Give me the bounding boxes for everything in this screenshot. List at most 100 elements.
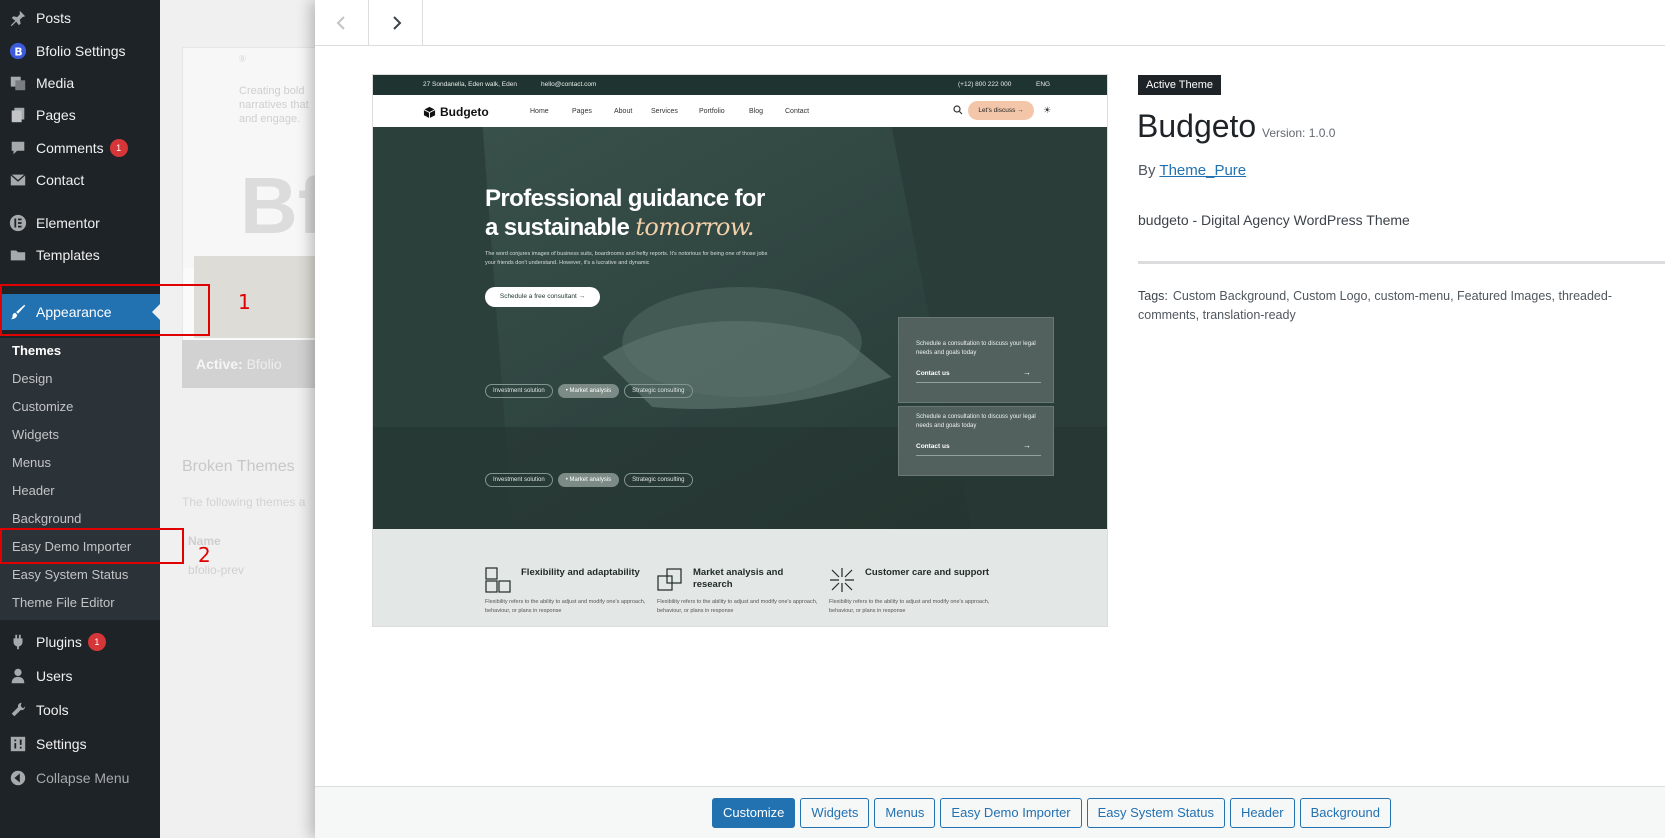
menu-elementor[interactable]: Elementor [0,206,160,240]
themes-page-background: Ⓑ Creating bold narratives that and enga… [160,0,320,838]
broken-themes-desc: The following themes a [182,495,306,509]
elementor-icon [8,213,28,233]
preview-nav-home: Home [530,108,549,115]
preview-consult-card-1: Schedule a consultation to discuss your … [898,317,1054,403]
chevron-left-icon [334,15,350,31]
menu-plugins[interactable]: Plugins 1 [0,625,160,659]
theme-actions-footer: Customize Widgets Menus Easy Demo Import… [315,786,1665,838]
submenu-themes[interactable]: Themes [12,343,61,358]
menu-users[interactable]: Users [0,659,160,693]
appearance-submenu: Themes Design Customize Widgets Menus He… [0,338,160,620]
wrench-icon [8,700,28,720]
preview-language: ENG [1036,81,1051,88]
preview-consult-card-2: Schedule a consultation to discuss your … [898,406,1054,476]
menu-comments[interactable]: Comments 1 [0,131,160,165]
bfolio-card-text: Creating bold narratives that and engage… [239,85,309,125]
preview-nav-services: Services [651,108,678,115]
menu-settings[interactable]: Settings [0,727,160,761]
arrow-right-icon: → [1023,441,1031,450]
cube-logo-icon [423,106,436,118]
menu-bfolio-settings[interactable]: B Bfolio Settings [0,34,160,68]
folder-icon [8,245,28,265]
theme-name: Budgeto [1137,108,1257,144]
menu-contact[interactable]: Contact [0,163,160,197]
svg-text:B: B [14,46,22,59]
pin-icon [8,8,28,28]
menu-posts[interactable]: Posts [0,1,160,35]
preview-nav-contact: Contact [785,108,810,115]
preview-cta-button: Schedule a free consultant → [485,287,600,307]
preview-navbar: Budgeto Home Pages About Services Portfo… [373,95,1107,127]
preview-nav-about: About [614,108,633,115]
theme-author-link[interactable]: Theme_Pure [1159,162,1246,179]
preview-address: 27 Sondanella, Eden walk, Eden [423,81,517,88]
annotation-number-1: 1 [238,290,251,314]
user-icon [8,666,28,686]
preview-theme-toggle-icon: ☀ [1043,105,1052,115]
submenu-background[interactable]: Background [12,511,81,526]
preview-discuss-button: Let's discuss → [968,101,1034,120]
theme-info-divider [1138,261,1665,264]
submenu-theme-file-editor[interactable]: Theme File Editor [12,595,115,610]
overlap-squares-icon [657,568,682,591]
settings-icon [8,734,28,754]
broken-theme-item: bfolio-prev [188,563,245,577]
submenu-easy-system-status[interactable]: Easy System Status [12,567,128,582]
plugin-icon [8,632,28,652]
media-icon [8,73,28,93]
collapse-menu-button[interactable]: Collapse Menu [0,761,160,795]
broken-themes-title: Broken Themes [182,458,295,475]
annotation-number-2: 2 [198,543,211,567]
preview-nav-pages: Pages [572,108,592,115]
preview-nav-blog: Blog [749,108,764,115]
menus-button[interactable]: Menus [874,798,936,828]
theme-tags: Tags: Custom Background, Custom Logo, cus… [1138,289,1612,322]
active-theme-badge: Active Theme [1138,75,1222,95]
theme-overlay-header [315,0,1665,46]
comment-icon [8,138,28,158]
submenu-header[interactable]: Header [12,483,55,498]
layout-grid-icon [485,567,511,593]
theme-author-line: By Theme_Pure [1138,162,1247,179]
background-button[interactable]: Background [1299,798,1391,828]
easy-demo-importer-button[interactable]: Easy Demo Importer [940,798,1082,828]
arrow-right-icon: → [1023,368,1031,377]
next-theme-button[interactable] [369,0,423,46]
preview-topbar: 27 Sondanella, Eden walk, Eden hello@con… [373,75,1107,95]
customize-button[interactable]: Customize [712,798,796,828]
preview-tags-row-2: Investment solution • Market analysis St… [485,473,693,487]
compress-arrows-icon [830,568,854,592]
preview-headline: Professional guidance for a sustainable … [485,185,765,241]
previous-theme-button[interactable] [315,0,369,46]
submenu-menus[interactable]: Menus [12,455,51,470]
annotation-box-easy-demo-importer [0,528,184,564]
theme-screenshot: 27 Sondanella, Eden walk, Eden hello@con… [372,74,1108,627]
bfolio-big-text: Bf [240,161,320,250]
submenu-customize[interactable]: Customize [12,399,73,414]
theme-description: budgeto - Digital Agency WordPress Theme [1138,212,1410,228]
submenu-widgets[interactable]: Widgets [12,427,59,442]
header-button[interactable]: Header [1229,798,1295,828]
submenu-design[interactable]: Design [12,371,52,386]
chevron-right-icon [388,15,404,31]
preview-tags-row-1: Investment solution • Market analysis St… [485,384,693,398]
preview-nav-portfolio: Portfolio [699,108,725,115]
comments-count-badge: 1 [109,139,128,157]
menu-templates[interactable]: Templates [0,238,160,272]
menu-tools[interactable]: Tools [0,693,160,727]
plugins-count-badge: 1 [87,633,106,651]
collapse-icon [8,768,28,788]
widgets-button[interactable]: Widgets [800,798,870,828]
theme-details-overlay: 27 Sondanella, Eden walk, Eden hello@con… [315,0,1665,838]
bfolio-active-bar: Active: Bfolio [182,340,320,388]
menu-pages[interactable]: Pages [0,98,160,132]
envelope-icon [8,170,28,190]
preview-hero: Professional guidance for a sustainable … [373,127,1107,529]
preview-phone: (+12) 800 222 000 [958,81,1012,88]
theme-version: Version: 1.0.0 [1262,126,1336,140]
easy-system-status-button[interactable]: Easy System Status [1086,798,1225,828]
menu-media[interactable]: Media [0,66,160,100]
bfolio-thumbnail [194,256,320,338]
pages-icon [8,105,28,125]
preview-logo: Budgeto [423,105,489,119]
